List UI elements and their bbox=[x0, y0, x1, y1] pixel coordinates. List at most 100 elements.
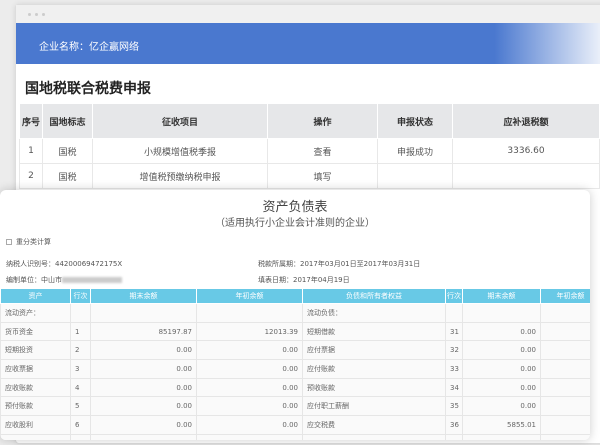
fill-date: 填表日期：2017年04月19日 bbox=[258, 276, 350, 284]
table-cell: 0.00 bbox=[196, 340, 303, 361]
table-cell: 0.00 bbox=[462, 377, 541, 398]
sheet-subtitle: （适用执行小企业会计准则的企业） bbox=[215, 218, 375, 229]
declaration-table: 序号 国地标志 征收项目 操作 申报状态 应补退税额 1 国税 小规模增值税季报 查看 申报成功 33… bbox=[19, 103, 600, 189]
taxpayer-id: 纳税人识别号：44200069472175X bbox=[6, 260, 123, 268]
sheet-title: 资产负债表 bbox=[262, 200, 328, 215]
column-header: 序号 bbox=[19, 103, 43, 139]
table-row: 应收账款 4 0.00 0.00 预收账款 34 0.00 bbox=[0, 377, 590, 398]
table-row: 2 国税 增值税预缴纳税申报 填写 bbox=[19, 163, 600, 189]
column-header: 资产 bbox=[0, 288, 71, 304]
table-cell: 0.00 bbox=[90, 340, 197, 361]
table-cell bbox=[445, 303, 463, 323]
table-row: 应收票据 3 0.00 0.00 应付账款 33 0.00 bbox=[0, 359, 590, 379]
table-cell: 37 bbox=[445, 433, 463, 440]
table-row: 预付账款 5 0.00 0.00 应付职工薪酬 35 0.00 bbox=[0, 396, 590, 417]
table-cell bbox=[377, 163, 453, 189]
table-cell: 33 bbox=[445, 359, 463, 379]
table-cell: 1 bbox=[70, 321, 91, 342]
table-cell: 货币资金 bbox=[0, 321, 71, 342]
column-header: 年初余额 bbox=[196, 288, 303, 304]
checkbox-icon[interactable] bbox=[6, 239, 12, 245]
action-link[interactable]: 填写 bbox=[267, 163, 378, 189]
column-header: 期末余额 bbox=[462, 288, 541, 304]
column-header: 负债和所有者权益 bbox=[302, 288, 446, 304]
table-cell bbox=[540, 377, 590, 398]
table-cell: 0.00 bbox=[462, 396, 541, 417]
table-cell: 小规模增值税季报 bbox=[92, 138, 268, 164]
table-row: 应收股利 6 0.00 0.00 应交税费 36 5855.01 bbox=[0, 415, 590, 435]
table-cell: 申报成功 bbox=[377, 138, 453, 164]
table-cell: 应收票据 bbox=[0, 359, 71, 379]
table-cell: 0.00 bbox=[462, 433, 541, 440]
unit-text: 编制单位：中山市 bbox=[6, 276, 62, 284]
company-label: 企业名称： bbox=[39, 42, 89, 53]
balance-sheet-table: 资产 行次 期末余额 年初余额 负债和所有者权益 行次 期末余额 年初余额 流动资产： 流动负债：… bbox=[0, 288, 590, 440]
column-header: 国地标志 bbox=[42, 103, 93, 139]
table-cell: 应付票据 bbox=[302, 340, 446, 361]
table-cell: 应付利息 bbox=[302, 433, 446, 440]
table-cell: 6 bbox=[70, 415, 91, 435]
column-header: 应补退税额 bbox=[452, 103, 600, 139]
checkbox-label: 重分类计算 bbox=[16, 238, 51, 246]
table-cell: 应收股利 bbox=[0, 415, 71, 435]
table-cell: 0.00 bbox=[462, 359, 541, 379]
table-cell: 1 bbox=[19, 138, 43, 164]
column-header: 行次 bbox=[445, 288, 463, 304]
table-cell bbox=[196, 303, 303, 323]
table-cell bbox=[540, 415, 590, 435]
table-cell: 36 bbox=[445, 415, 463, 435]
table-cell: 32 bbox=[445, 340, 463, 361]
table-cell: 0.00 bbox=[90, 377, 197, 398]
table-cell: 0.00 bbox=[90, 396, 197, 417]
table-cell: 短期投资 bbox=[0, 340, 71, 361]
table-cell: 国税 bbox=[42, 163, 93, 189]
table-cell: 3 bbox=[70, 359, 91, 379]
table-cell: 7 bbox=[70, 433, 91, 440]
column-header: 申报状态 bbox=[377, 103, 453, 139]
table-cell: 预付账款 bbox=[0, 396, 71, 417]
table-cell: 0.00 bbox=[196, 359, 303, 379]
table-cell bbox=[540, 340, 590, 361]
table-cell: 3336.60 bbox=[452, 138, 600, 164]
table-cell: 0.00 bbox=[462, 340, 541, 361]
table-cell: 35 bbox=[445, 396, 463, 417]
page-title: 国地税联合税费申报 bbox=[25, 81, 151, 97]
table-cell: 2 bbox=[19, 163, 43, 189]
column-header: 期末余额 bbox=[90, 288, 197, 304]
column-header: 操作 bbox=[267, 103, 378, 139]
tax-period: 税款所属期：2017年03月01日至2017年03月31日 bbox=[258, 260, 421, 268]
window-dot-icon bbox=[28, 13, 31, 16]
table-cell: 短期借款 bbox=[302, 321, 446, 342]
table-cell: 应收利息 bbox=[0, 433, 71, 440]
table-row: 货币资金 1 85197.87 12013.39 短期借款 31 0.00 bbox=[0, 321, 590, 342]
table-cell bbox=[462, 303, 541, 323]
column-header: 年初余额 bbox=[540, 288, 590, 304]
column-header: 行次 bbox=[70, 288, 91, 304]
reclassify-checkbox[interactable]: 重分类计算 bbox=[6, 237, 51, 247]
window-dot-icon bbox=[42, 13, 45, 16]
table-cell: 流动负债： bbox=[302, 303, 446, 323]
table-cell: 5 bbox=[70, 396, 91, 417]
table-cell: 应付账款 bbox=[302, 359, 446, 379]
blurred-company-name bbox=[62, 277, 122, 283]
action-link[interactable]: 查看 bbox=[267, 138, 378, 164]
table-cell: 0.00 bbox=[90, 359, 197, 379]
table-cell bbox=[540, 396, 590, 417]
table-cell: 0.00 bbox=[196, 396, 303, 417]
table-row: 1 国税 小规模增值税季报 查看 申报成功 3336.60 bbox=[19, 138, 600, 164]
table-cell: 流动资产： bbox=[0, 303, 71, 323]
table-cell: 31 bbox=[445, 321, 463, 342]
table-cell: 国税 bbox=[42, 138, 93, 164]
table-cell bbox=[452, 163, 600, 189]
table-row: 短期投资 2 0.00 0.00 应付票据 32 0.00 bbox=[0, 340, 590, 361]
table-cell: 应收账款 bbox=[0, 377, 71, 398]
window-titlebar bbox=[16, 5, 600, 23]
window-dot-icon bbox=[35, 13, 38, 16]
company-name: 亿企赢网络 bbox=[89, 42, 139, 53]
table-row: 应收利息70.000.00应付利息370.00 bbox=[0, 433, 590, 440]
table-cell: 0.00 bbox=[90, 415, 197, 435]
table-cell: 0.00 bbox=[462, 321, 541, 342]
table-cell bbox=[540, 359, 590, 379]
column-header: 征收项目 bbox=[92, 103, 268, 139]
table-cell bbox=[90, 303, 197, 323]
